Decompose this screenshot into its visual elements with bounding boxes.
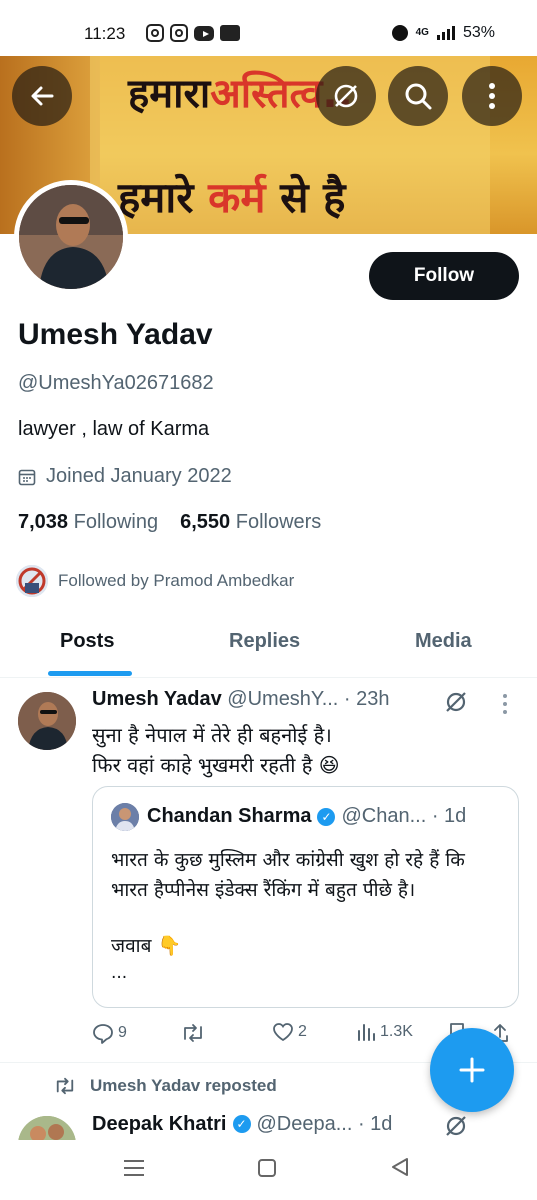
tweet-author[interactable]: Deepak Khatri — [92, 1113, 227, 1136]
profile-tabs: Posts Replies Media — [0, 612, 537, 678]
network-type: 4G — [415, 27, 429, 38]
status-time: 11:23 — [84, 24, 126, 43]
calendar-icon — [18, 469, 36, 485]
grok-icon — [446, 1116, 466, 1136]
views-icon — [358, 1024, 375, 1041]
tab-media[interactable]: Media — [415, 630, 472, 653]
quote-answer: जवाब 👇 — [111, 935, 182, 957]
tweet-header: Deepak Khatri ✓ @Deepa... · 1d — [92, 1112, 392, 1136]
alarm-icon — [391, 25, 408, 41]
status-bar: 11:23 4G 53% — [0, 0, 537, 56]
instagram-icon — [146, 24, 164, 42]
repost-button[interactable] — [180, 1022, 206, 1044]
arrow-left-icon — [31, 86, 54, 106]
joined-date: Joined January 2022 — [18, 465, 232, 488]
tweet-grok-button[interactable] — [444, 1114, 468, 1142]
heart-icon — [273, 1023, 293, 1042]
profile-bio: lawyer , law of Karma — [18, 418, 210, 440]
following-link[interactable]: 7,038 Following — [18, 511, 158, 534]
system-nav-bar — [0, 1140, 537, 1200]
tab-replies[interactable]: Replies — [229, 630, 300, 653]
battery-percent: 53% — [462, 24, 495, 41]
signal-icon — [436, 26, 455, 40]
avatar-photo — [19, 185, 123, 289]
views-count: 1.3K — [380, 1023, 413, 1040]
reply-button[interactable]: 9 — [92, 1022, 127, 1044]
tweet-avatar[interactable] — [18, 692, 76, 750]
quote-handle-time: @Chan... · 1d — [341, 805, 467, 827]
quote-header: Chandan Sharma ✓ @Chan... · 1d — [147, 805, 466, 828]
more-vertical-icon — [489, 83, 495, 109]
compose-button[interactable] — [430, 1028, 514, 1112]
repost-label: Umesh Yadav reposted — [90, 1076, 277, 1095]
follower-avatar — [14, 563, 50, 599]
tweet-text: सुना है नेपाल में तेरे ही बहनोई है। फिर … — [92, 723, 340, 777]
joined-text: Joined January 2022 — [46, 465, 232, 487]
active-tab-indicator — [48, 671, 132, 676]
grok-button[interactable] — [316, 66, 376, 126]
banner-text-line2: हमारे कर्म से है — [118, 173, 346, 222]
back-button[interactable] — [12, 66, 72, 126]
quote-ellipsis: ... — [111, 963, 128, 983]
grok-icon — [446, 692, 466, 712]
tweet-more-icon[interactable] — [503, 694, 507, 714]
instagram-icon — [170, 24, 188, 42]
like-button[interactable]: 2 — [272, 1022, 307, 1042]
home-button[interactable] — [258, 1159, 276, 1177]
back-nav-button[interactable] — [390, 1156, 410, 1178]
verified-badge-icon: ✓ — [317, 807, 336, 826]
verified-badge-icon: ✓ — [232, 1115, 251, 1133]
notification-icons — [146, 24, 240, 42]
repost-icon — [56, 1077, 74, 1095]
follow-button[interactable]: Follow — [369, 252, 519, 300]
more-options-button[interactable] — [462, 66, 522, 126]
tweet-header: Umesh Yadav @UmeshY... · 23h — [92, 688, 390, 711]
status-right: 4G 53% — [391, 24, 495, 42]
tweet-handle-time: @UmeshY... · 23h — [227, 688, 390, 710]
tab-posts[interactable]: Posts — [60, 630, 114, 653]
views-button[interactable]: 1.3K — [356, 1022, 413, 1042]
repost-icon — [184, 1024, 202, 1042]
grok-icon — [334, 84, 358, 108]
plus-icon — [459, 1057, 485, 1083]
profile-avatar[interactable] — [14, 180, 128, 294]
tweet-grok-button[interactable] — [444, 690, 468, 718]
reply-icon — [93, 1024, 113, 1044]
quote-author: Chandan Sharma — [147, 805, 312, 827]
like-count: 2 — [298, 1023, 307, 1040]
quote-avatar — [111, 803, 139, 831]
quoted-tweet[interactable]: Chandan Sharma ✓ @Chan... · 1d भारत के क… — [92, 786, 519, 1008]
followed-by[interactable]: Followed by Pramod Ambedkar — [14, 563, 294, 599]
youtube-icon — [194, 26, 214, 41]
search-icon — [405, 83, 432, 110]
app-icon — [220, 25, 240, 41]
follow-stats: 7,038 Following 6,550 Followers — [18, 511, 321, 534]
recent-apps-button[interactable] — [124, 1160, 144, 1176]
profile-handle: @UmeshYa02671682 — [18, 372, 214, 394]
search-button[interactable] — [388, 66, 448, 126]
followers-link[interactable]: 6,550 Followers — [180, 511, 321, 534]
profile-name: Umesh Yadav — [18, 318, 213, 351]
reply-count: 9 — [118, 1024, 127, 1041]
tweet-handle-time: @Deepa... · 1d — [256, 1112, 393, 1135]
quote-text: भारत के कुछ मुस्लिम और कांग्रेसी खुश हो … — [111, 849, 465, 901]
followed-by-text: Followed by Pramod Ambedkar — [58, 571, 295, 590]
tweet-author[interactable]: Umesh Yadav — [92, 688, 222, 710]
repost-indicator: Umesh Yadav reposted — [52, 1076, 277, 1096]
